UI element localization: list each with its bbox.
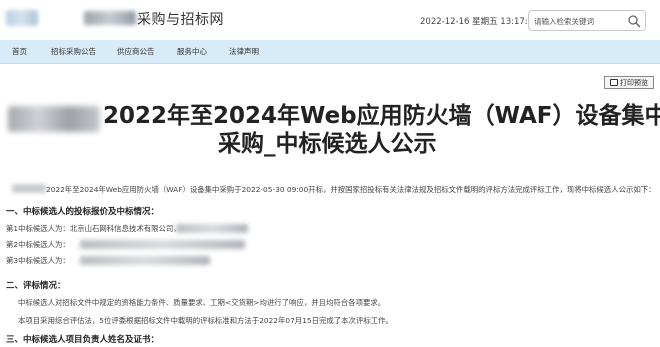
nav-item-supplier-announcements[interactable]: 供应商公告 — [117, 46, 155, 57]
site-logo[interactable] — [6, 10, 38, 26]
candidate-label: 第3中标候选人为： — [6, 256, 70, 265]
print-preview-label: 打印预览 — [620, 78, 648, 87]
article-intro: 2022年至2024年Web应用防火墙（WAF）设备集中采购于2022-05-3… — [46, 185, 656, 194]
site-title[interactable]: 采购与招标网 — [137, 9, 224, 29]
section-heading-project-leader: 三、中标候选人项目负责人姓名及证书： — [6, 335, 160, 345]
candidate-3-redacted — [80, 256, 210, 265]
candidate-1-redacted — [176, 224, 248, 233]
candidate-row-1: 第1中标候选人为：北京山石网科信息技术有限公司， — [6, 223, 181, 234]
section-heading-evaluation: 二、评标情况： — [6, 281, 66, 291]
nav-item-tender-announcements[interactable]: 招标采购公告 — [51, 46, 96, 57]
search-box — [528, 10, 646, 31]
candidate-label: 第2中标候选人为： — [6, 240, 70, 249]
search-icon[interactable] — [627, 14, 641, 28]
candidate-label: 第1中标候选人为： — [6, 224, 70, 233]
candidate-row-3: 第3中标候选人为： — [6, 255, 70, 266]
printer-icon — [610, 79, 618, 86]
site-name-redacted — [84, 11, 136, 25]
current-datetime: 2022-12-16 星期五 13:17:05 — [420, 17, 539, 27]
section-heading-bids: 一、中标候选人的投标报价及中标情况： — [6, 207, 160, 217]
candidate-2-redacted — [80, 240, 245, 249]
main-nav: 首页 招标采购公告 供应商公告 服务中心 法律声明 — [0, 40, 660, 64]
search-input[interactable] — [534, 14, 628, 28]
nav-item-service-center[interactable]: 服务中心 — [177, 46, 207, 57]
intro-prefix-redacted — [12, 184, 46, 193]
candidate-row-2: 第2中标候选人为： — [6, 239, 70, 250]
top-header: 采购与招标网 2022-12-16 星期五 13:17:05 — [0, 0, 660, 40]
article-title-line2: 采购_中标候选人公示 — [218, 131, 437, 157]
article-title-line1: 2022年至2024年Web应用防火墙（WAF）设备集中 — [103, 103, 660, 129]
candidate-value: 北京山石网科信息技术有限公司， — [69, 224, 181, 233]
evaluation-paragraph-1: 中标候选人对招标文件中规定的资格能力条件、质量要求、工期<交货期>均进行了响应，… — [18, 298, 386, 307]
evaluation-paragraph-2: 本项目采用综合评估法，5位评委根据招标文件中载明的评标标准和方法于2022年07… — [18, 316, 393, 325]
print-preview-button[interactable]: 打印预览 — [604, 76, 654, 89]
nav-item-legal-notice[interactable]: 法律声明 — [229, 46, 259, 57]
nav-item-home[interactable]: 首页 — [12, 46, 27, 57]
title-prefix-redacted — [8, 106, 100, 132]
